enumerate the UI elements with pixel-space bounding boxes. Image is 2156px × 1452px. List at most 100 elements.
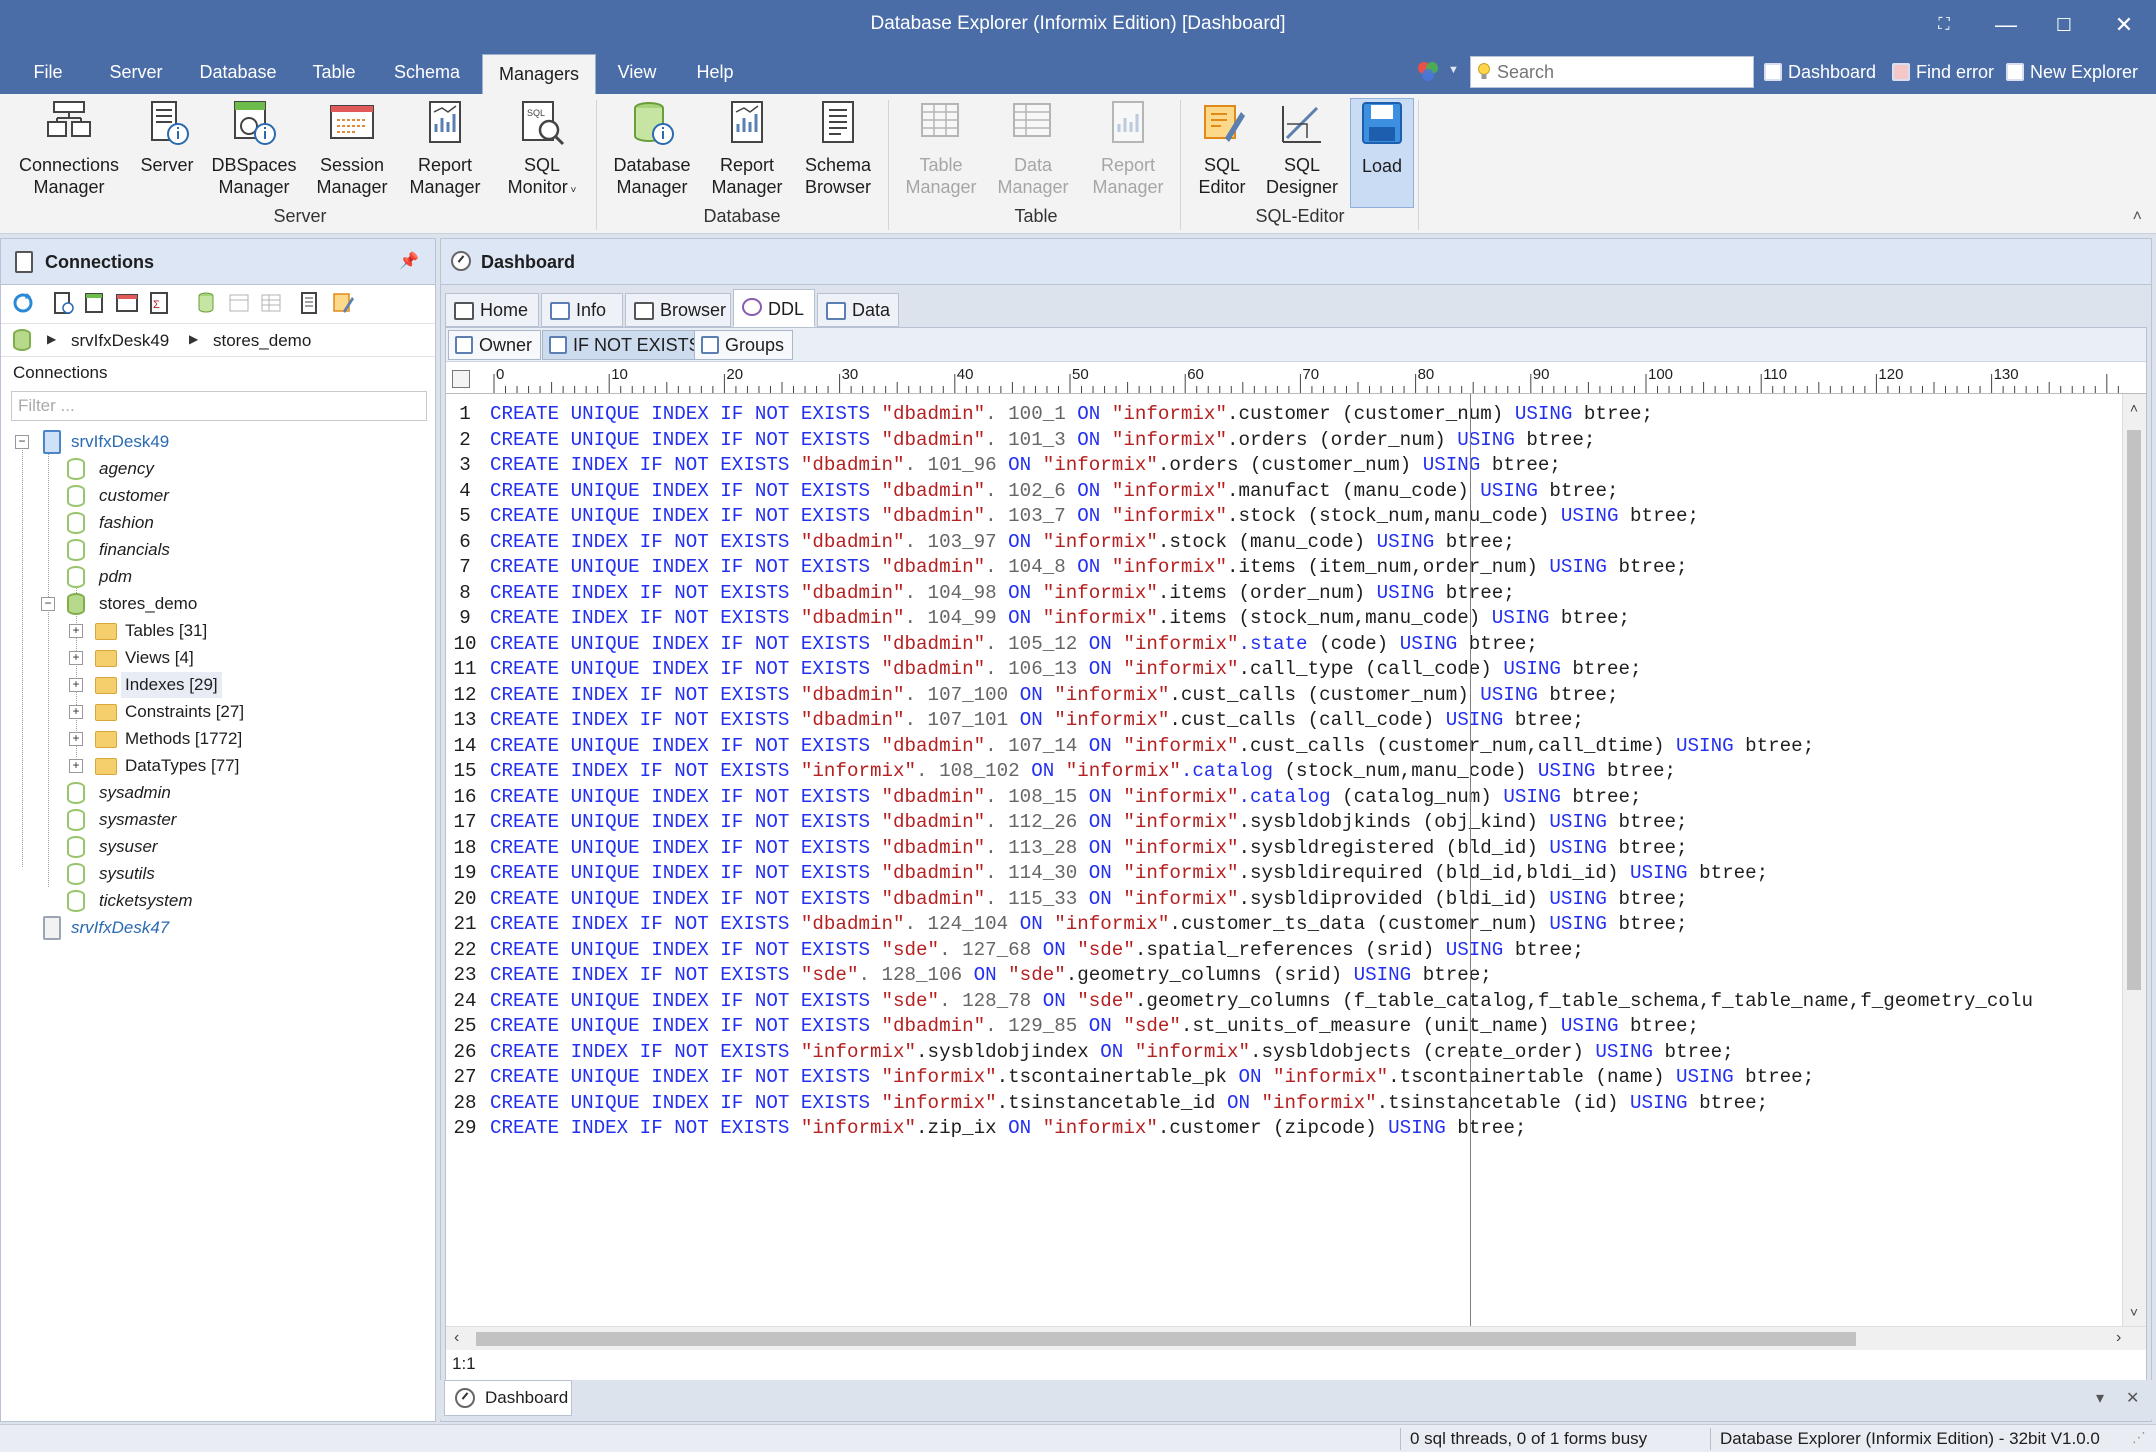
database-toolbar-icon[interactable] xyxy=(195,291,219,315)
session-manager-button[interactable]: Session Manager xyxy=(306,98,398,208)
sql-monitor-button[interactable]: SQL SQL Monitor ˅ xyxy=(494,98,590,208)
server-button[interactable]: Server xyxy=(134,98,200,208)
scroll-left-icon[interactable]: ‹ xyxy=(454,1329,459,1347)
session-toolbar-icon[interactable] xyxy=(115,291,139,315)
menu-table[interactable]: Table xyxy=(300,50,368,94)
tree-database[interactable]: sysmaster xyxy=(1,807,301,833)
menu-database[interactable]: Database xyxy=(190,50,286,94)
expand-icon[interactable]: + xyxy=(69,759,83,773)
tree-folder-tables[interactable]: + Tables [31] xyxy=(1,618,301,644)
menu-server[interactable]: Server xyxy=(98,50,174,94)
expand-icon[interactable]: + xyxy=(69,705,83,719)
collapse-icon[interactable]: − xyxy=(41,597,55,611)
close-button[interactable]: ✕ xyxy=(2104,8,2144,42)
expand-icon[interactable]: + xyxy=(69,624,83,638)
report-toolbar-icon[interactable]: Σ xyxy=(147,291,171,315)
data-manager-button[interactable]: Data Manager xyxy=(990,98,1076,208)
tree-database[interactable]: fashion xyxy=(1,510,301,536)
expand-icon[interactable]: + xyxy=(69,678,83,692)
resize-grip-icon[interactable]: ⋰ xyxy=(2132,1429,2146,1446)
tree-database[interactable]: ticketsystem xyxy=(1,888,301,914)
report-manager-button[interactable]: Report Manager xyxy=(402,98,488,208)
tab-info[interactable]: Info xyxy=(541,293,623,327)
tab-data[interactable]: Data xyxy=(817,293,899,327)
table-manager-button[interactable]: Table Manager xyxy=(896,98,986,208)
owner-toggle-button[interactable]: Owner xyxy=(448,330,542,360)
groups-toggle-button[interactable]: Groups xyxy=(694,330,794,360)
tree-database-stores-demo[interactable]: − stores_demo xyxy=(1,591,301,617)
menu-view[interactable]: View xyxy=(606,50,668,94)
menu-managers[interactable]: Managers xyxy=(482,54,596,94)
if-not-exists-toggle-button[interactable]: IF NOT EXISTS xyxy=(542,330,710,360)
palette-dropdown-icon[interactable]: ▼ xyxy=(1448,64,1459,76)
minimize-button[interactable]: — xyxy=(1986,8,2026,42)
tree-server-srvifxdesk47[interactable]: srvIfxDesk47 xyxy=(1,915,301,941)
tree-folder-datatypes[interactable]: + DataTypes [77] xyxy=(1,753,301,779)
scroll-right-icon[interactable]: › xyxy=(2116,1329,2121,1347)
server-toolbar-icon[interactable] xyxy=(51,291,75,315)
tree-database[interactable]: sysadmin xyxy=(1,780,301,806)
scroll-up-icon[interactable]: ˄ xyxy=(2123,400,2145,416)
line-number: 5 xyxy=(459,505,471,527)
dashboard-link[interactable]: Dashboard xyxy=(1764,50,1876,94)
connections-manager-button[interactable]: Connections Manager xyxy=(8,98,130,208)
breadcrumb-arrow-icon[interactable]: ▶ xyxy=(189,332,198,346)
menu-help[interactable]: Help xyxy=(682,50,748,94)
data-toolbar-icon[interactable] xyxy=(259,291,283,315)
tab-ddl[interactable]: DDL xyxy=(733,289,815,327)
database-report-manager-button[interactable]: Report Manager xyxy=(704,98,790,208)
sql-editor-toolbar-icon[interactable] xyxy=(331,291,355,315)
sql-designer-button[interactable]: SQL Designer xyxy=(1260,98,1344,208)
ddl-editor[interactable]: 1 CREATE UNIQUE INDEX IF NOT EXISTS "dbad… xyxy=(446,394,2122,1326)
search-box[interactable] xyxy=(1470,56,1754,88)
pin-icon[interactable]: 📌 xyxy=(399,251,419,271)
refresh-icon[interactable] xyxy=(11,291,35,315)
tree-folder-methods[interactable]: + Methods [1772] xyxy=(1,726,301,752)
tab-dashboard-document[interactable]: Dashboard xyxy=(444,1380,572,1416)
fullscreen-icon[interactable]: ⛶ xyxy=(1924,8,1964,42)
breadcrumb-server[interactable]: srvIfxDesk49 xyxy=(71,331,169,351)
menu-file[interactable]: File xyxy=(14,50,82,94)
dbspaces-toolbar-icon[interactable] xyxy=(83,291,107,315)
tab-home[interactable]: Home xyxy=(445,293,539,327)
breadcrumb-database[interactable]: stores_demo xyxy=(213,331,311,351)
database-manager-button[interactable]: Database Manager xyxy=(606,98,698,208)
tab-list-dropdown-icon[interactable]: ▾ xyxy=(2096,1388,2104,1408)
tree-database[interactable]: agency xyxy=(1,456,301,482)
scroll-down-icon[interactable]: ˅ xyxy=(2123,1304,2145,1320)
ddl-statement: CREATE INDEX IF NOT EXISTS "informix".sy… xyxy=(490,1040,1734,1066)
tree-folder-views[interactable]: + Views [4] xyxy=(1,645,301,671)
tree-folder-constraints[interactable]: + Constraints [27] xyxy=(1,699,301,725)
table-toolbar-icon[interactable] xyxy=(227,291,251,315)
breadcrumb-arrow-icon[interactable]: ▶ xyxy=(47,332,56,346)
vertical-scrollbar[interactable]: ˄ ˅ xyxy=(2122,394,2146,1326)
close-document-icon[interactable]: ✕ xyxy=(2126,1388,2139,1408)
table-report-manager-button[interactable]: Report Manager xyxy=(1080,98,1176,208)
horizontal-scrollbar[interactable]: ‹ › xyxy=(446,1326,2146,1350)
tree-database[interactable]: financials xyxy=(1,537,301,563)
tree-database[interactable]: sysuser xyxy=(1,834,301,860)
search-input[interactable] xyxy=(1497,60,1747,84)
color-palette-icon[interactable] xyxy=(1416,60,1440,84)
sql-editor-button[interactable]: SQL Editor xyxy=(1188,98,1256,208)
tree-database[interactable]: customer xyxy=(1,483,301,509)
tree-database[interactable]: pdm xyxy=(1,564,301,590)
vertical-scroll-thumb[interactable] xyxy=(2127,430,2141,990)
filter-input[interactable] xyxy=(11,391,427,421)
collapse-icon[interactable]: − xyxy=(15,435,29,449)
expand-icon[interactable]: + xyxy=(69,732,83,746)
horizontal-scroll-thumb[interactable] xyxy=(476,1332,1856,1346)
find-error-link[interactable]: Find error xyxy=(1892,50,1994,94)
ribbon-collapse-icon[interactable]: ˄ xyxy=(2133,208,2142,226)
schema-toolbar-icon[interactable] xyxy=(297,291,321,315)
tree-database[interactable]: sysutils xyxy=(1,861,301,887)
maximize-button[interactable]: ☐ xyxy=(2044,8,2084,42)
tab-browser[interactable]: Browser xyxy=(625,293,731,327)
load-button[interactable]: Load xyxy=(1350,98,1414,208)
expand-icon[interactable]: + xyxy=(69,651,83,665)
schema-browser-button[interactable]: Schema Browser xyxy=(794,98,882,208)
dbspaces-manager-button[interactable]: DBSpaces Manager xyxy=(206,98,302,208)
menu-schema[interactable]: Schema xyxy=(382,50,472,94)
tree-folder-indexes[interactable]: + Indexes [29] xyxy=(1,672,301,698)
new-explorer-link[interactable]: New Explorer xyxy=(2006,50,2138,94)
